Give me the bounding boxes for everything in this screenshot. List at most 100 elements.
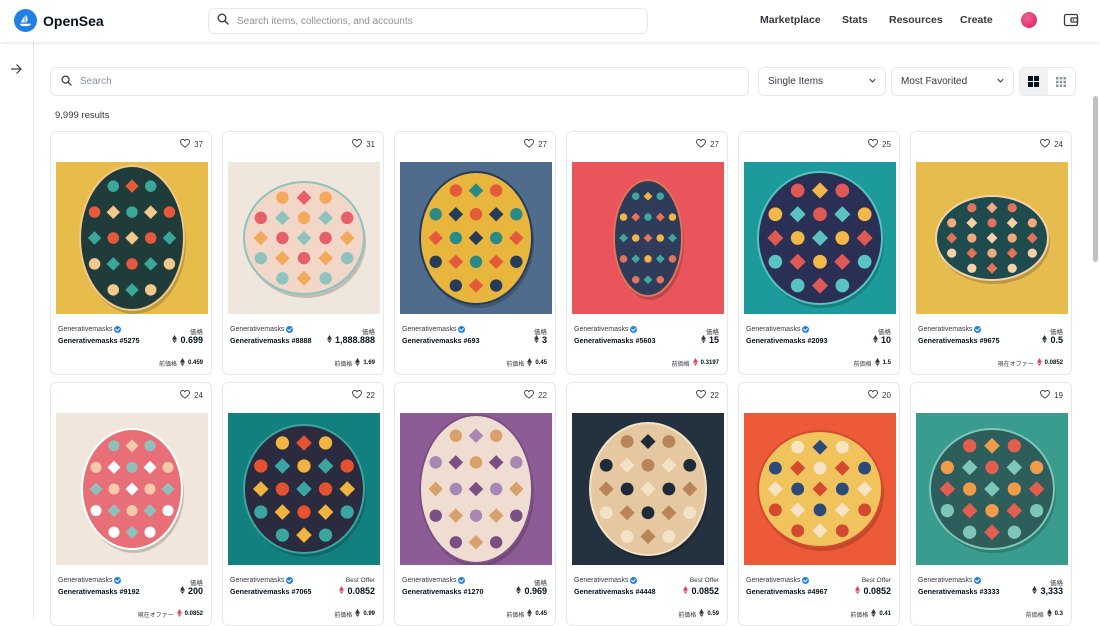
mask-artwork <box>56 413 208 565</box>
collection-name-row[interactable]: Generativemasks <box>574 577 638 584</box>
collection-name-row[interactable]: Generativemasks <box>746 577 810 584</box>
wallet-icon[interactable] <box>1063 12 1079 28</box>
eth-icon <box>327 335 332 345</box>
nft-card[interactable]: 22 Generativemasks Generativemasks #4448… <box>566 382 728 626</box>
favorite-button[interactable]: 37 <box>180 138 203 150</box>
nft-image[interactable] <box>916 162 1068 314</box>
items-search-input[interactable]: Search <box>50 67 749 96</box>
nft-image[interactable] <box>228 162 380 314</box>
nft-name[interactable]: Generativemasks #7065 <box>230 587 312 596</box>
nav-marketplace[interactable]: Marketplace <box>760 14 821 26</box>
nft-name[interactable]: Generativemasks #5603 <box>574 336 656 345</box>
opensea-logo[interactable]: OpenSea <box>14 9 104 32</box>
nft-name[interactable]: Generativemasks #2093 <box>746 336 828 345</box>
nft-name[interactable]: Generativemasks #693 <box>402 336 480 345</box>
favorite-button[interactable]: 19 <box>1040 389 1063 401</box>
favorite-button[interactable]: 24 <box>1040 138 1063 150</box>
collection-name-row[interactable]: Generativemasks <box>230 326 294 333</box>
heart-icon <box>180 389 191 401</box>
nft-name[interactable]: Generativemasks #3333 <box>918 587 1000 596</box>
nft-card[interactable]: 24 Generativemasks Generativemasks #9675… <box>910 131 1072 375</box>
last-price-row: 前価格 0.3 <box>1026 609 1063 619</box>
last-price-label: 前価格 <box>506 612 525 619</box>
favorite-count: 25 <box>882 140 891 149</box>
small-grid-icon[interactable] <box>1048 68 1076 95</box>
item-type-value: Single Items <box>768 76 824 87</box>
price-value: 3 <box>534 335 547 345</box>
eth-icon <box>1042 335 1048 345</box>
nft-card[interactable]: 25 Generativemasks Generativemasks #2093… <box>738 131 900 375</box>
nft-card[interactable]: 20 Generativemasks Generativemasks #4967… <box>738 382 900 626</box>
profile-avatar[interactable] <box>1021 12 1037 28</box>
nft-image[interactable] <box>56 413 208 565</box>
collection-name-row[interactable]: Generativemasks <box>746 326 810 333</box>
page-scrollbar[interactable] <box>1093 96 1098 262</box>
item-type-select[interactable]: Single Items <box>758 67 886 96</box>
favorite-button[interactable]: 22 <box>352 389 375 401</box>
nft-image[interactable] <box>916 413 1068 565</box>
nft-image[interactable] <box>400 162 552 314</box>
last-price-value: 1.69 <box>363 360 375 366</box>
last-price-value: 0.459 <box>187 360 203 366</box>
nft-image[interactable] <box>228 413 380 565</box>
heart-icon <box>352 389 363 401</box>
chevron-down-icon <box>868 76 877 88</box>
favorite-button[interactable]: 25 <box>868 138 891 150</box>
price-amount: 0.0852 <box>347 586 375 596</box>
favorite-count: 27 <box>710 140 719 149</box>
favorite-button[interactable]: 24 <box>180 389 203 401</box>
heart-icon <box>524 138 535 150</box>
favorite-button[interactable]: 27 <box>696 138 719 150</box>
nft-card[interactable]: 27 Generativemasks Generativemasks #693 … <box>394 131 556 375</box>
nft-name[interactable]: Generativemasks #4967 <box>746 587 828 596</box>
collection-name-row[interactable]: Generativemasks <box>230 577 294 584</box>
favorite-count: 24 <box>194 391 203 400</box>
global-search-input[interactable]: Search items, collections, and accounts <box>208 8 648 34</box>
nav-resources[interactable]: Resources <box>889 14 943 26</box>
nft-card[interactable]: 24 Generativemasks Generativemasks #9192… <box>50 382 212 626</box>
collection-name-row[interactable]: Generativemasks <box>58 577 122 584</box>
nft-name[interactable]: Generativemasks #9675 <box>918 336 1000 345</box>
nft-name[interactable]: Generativemasks #8888 <box>230 336 312 345</box>
large-grid-icon[interactable] <box>1020 68 1048 95</box>
last-price-row: 前価格 1.69 <box>334 358 375 368</box>
nft-image[interactable] <box>572 413 724 565</box>
nft-card[interactable]: 19 Generativemasks Generativemasks #3333… <box>910 382 1072 626</box>
price-amount: 3 <box>541 335 547 345</box>
favorite-button[interactable]: 31 <box>352 138 375 150</box>
nft-name[interactable]: Generativemasks #5275 <box>58 336 140 345</box>
favorite-button[interactable]: 22 <box>696 389 719 401</box>
last-price-row: 前価格 0.45 <box>506 358 547 368</box>
nft-image[interactable] <box>572 162 724 314</box>
favorite-button[interactable]: 22 <box>524 389 547 401</box>
expand-filters-arrow-icon[interactable] <box>10 62 22 80</box>
collection-name-row[interactable]: Generativemasks <box>402 577 466 584</box>
nft-card[interactable]: 22 Generativemasks Generativemasks #7065… <box>222 382 384 626</box>
favorite-button[interactable]: 20 <box>868 389 891 401</box>
nft-image[interactable] <box>56 162 208 314</box>
last-price-value: 0.3 <box>1054 611 1063 617</box>
nft-card[interactable]: 31 Generativemasks Generativemasks #8888… <box>222 131 384 375</box>
collection-name-row[interactable]: Generativemasks <box>58 326 122 333</box>
nft-card[interactable]: 27 Generativemasks Generativemasks #5603… <box>566 131 728 375</box>
eth-icon <box>527 609 533 619</box>
mask-artwork <box>228 413 380 565</box>
collection-name-row[interactable]: Generativemasks <box>574 326 638 333</box>
nft-name[interactable]: Generativemasks #4448 <box>574 587 656 596</box>
sort-select[interactable]: Most Favorited <box>891 67 1014 96</box>
nft-image[interactable] <box>744 413 896 565</box>
nav-stats[interactable]: Stats <box>842 14 868 26</box>
collection-name-row[interactable]: Generativemasks <box>918 326 982 333</box>
nft-name[interactable]: Generativemasks #1270 <box>402 587 484 596</box>
nft-card[interactable]: 37 Generativemasks Generativemasks #5275… <box>50 131 212 375</box>
nft-image[interactable] <box>744 162 896 314</box>
collection-name-row[interactable]: Generativemasks <box>402 326 466 333</box>
nft-card[interactable]: 22 Generativemasks Generativemasks #1270… <box>394 382 556 626</box>
nft-name[interactable]: Generativemasks #9192 <box>58 587 140 596</box>
nav-create[interactable]: Create <box>960 14 993 26</box>
favorite-button[interactable]: 27 <box>524 138 547 150</box>
price-value: 3,333 <box>1032 586 1063 596</box>
nft-image[interactable] <box>400 413 552 567</box>
collection-name-row[interactable]: Generativemasks <box>918 577 982 584</box>
price-amount: 1,888.888 <box>334 335 375 345</box>
